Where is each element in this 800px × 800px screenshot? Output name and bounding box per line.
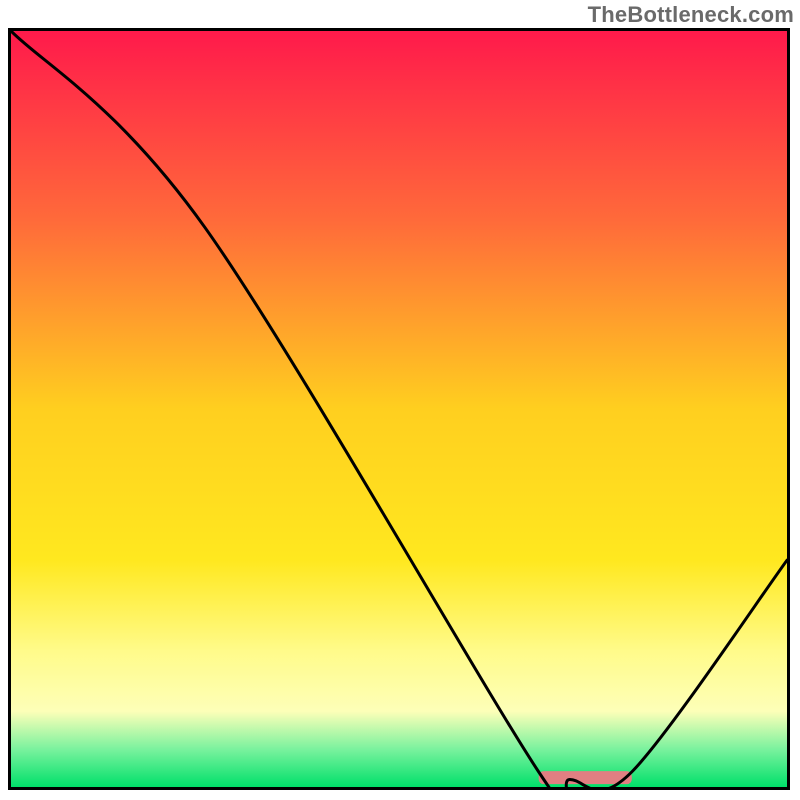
plot-svg (11, 31, 787, 787)
watermark-text: TheBottleneck.com (588, 2, 794, 28)
plot-frame (8, 28, 790, 790)
chart-container: TheBottleneck.com (0, 0, 800, 800)
gradient-background (11, 31, 787, 787)
